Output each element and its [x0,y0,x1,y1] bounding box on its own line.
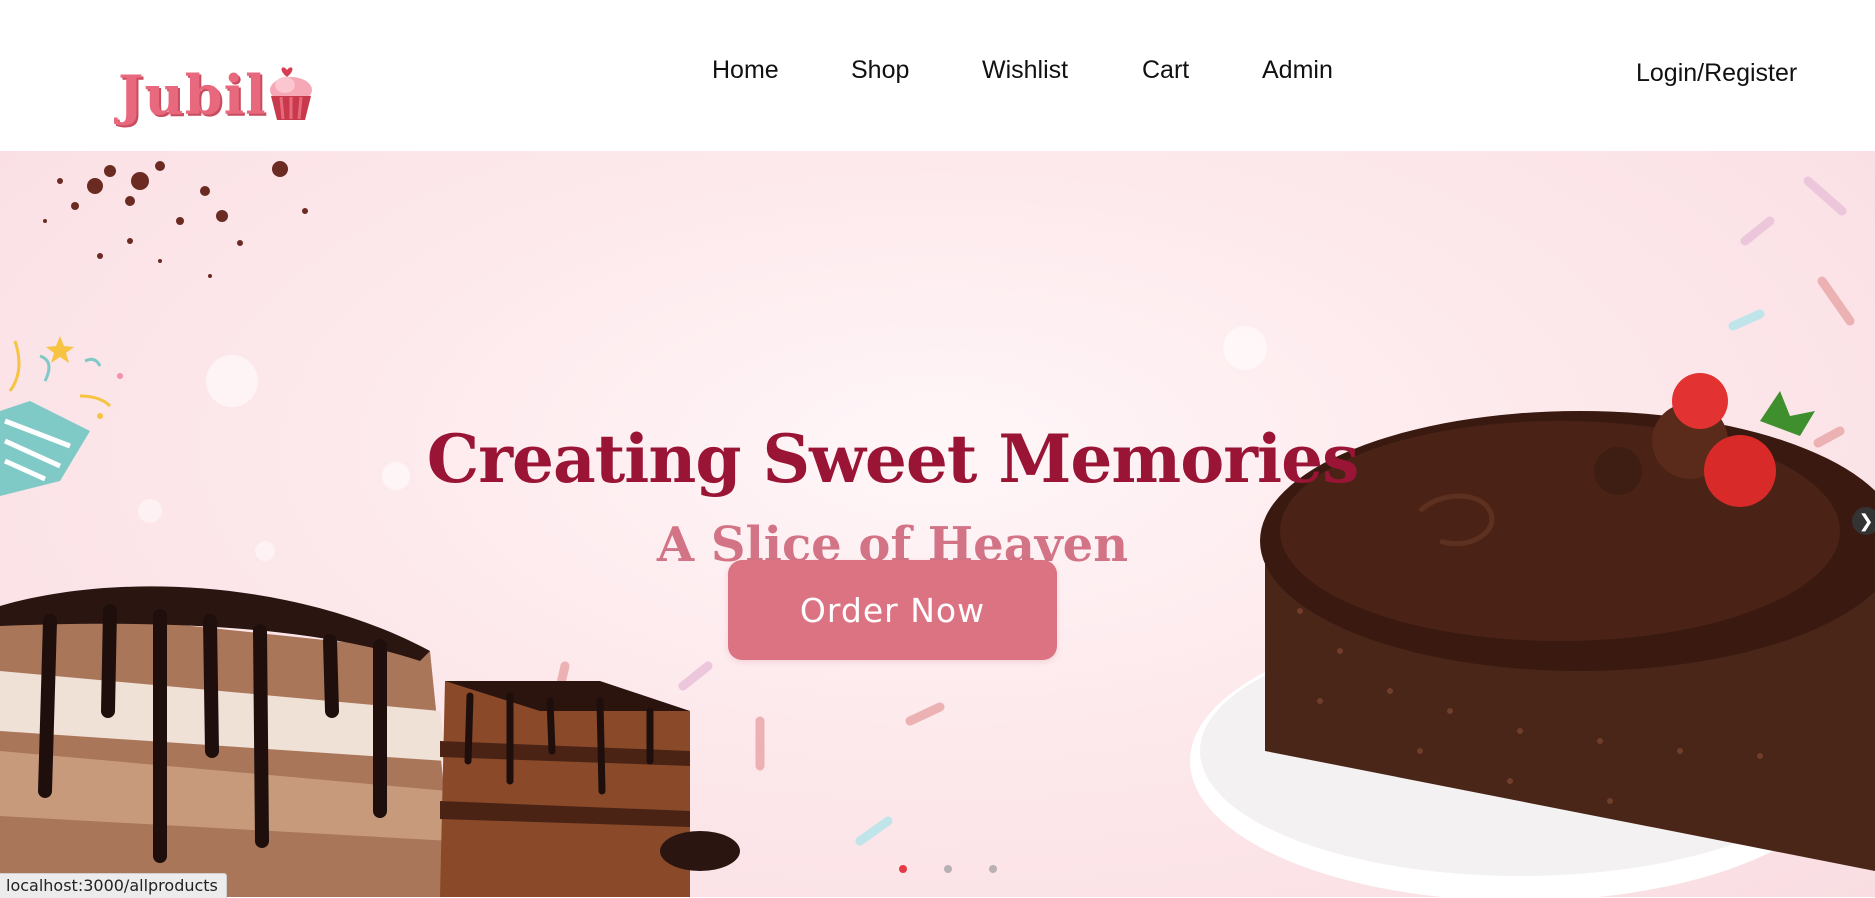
cupcake-logo-icon [269,67,312,120]
chocolate-cake-slice-image [440,681,740,897]
carousel-dot[interactable] [899,865,907,873]
nav-wishlist[interactable]: Wishlist [982,56,1068,85]
site-header: Jubil Home Shop Wishlist Cart Admin Logi… [0,0,1875,151]
nav-home[interactable]: Home [712,56,779,85]
nav-cart[interactable]: Cart [1142,56,1189,85]
chevron-right-icon[interactable]: ❯ [1852,507,1875,535]
nav-admin[interactable]: Admin [1262,56,1333,85]
layered-cake-slice-image [0,586,455,897]
nav-shop[interactable]: Shop [851,56,909,85]
carousel-dot[interactable] [989,865,997,873]
login-register-link[interactable]: Login/Register [1636,59,1797,88]
order-now-button[interactable]: Order Now [728,560,1057,660]
hero-title: Creating Sweet Memories [426,420,1360,499]
logo[interactable]: Jubil [118,52,317,122]
cake-crumbs [43,161,308,278]
link-status-bar: localhost:3000/allproducts [0,873,227,898]
hero-carousel: Creating Sweet Memories A Slice of Heave… [0,151,1875,897]
logo-text: Jubil [118,63,267,127]
carousel-dot[interactable] [944,865,952,873]
